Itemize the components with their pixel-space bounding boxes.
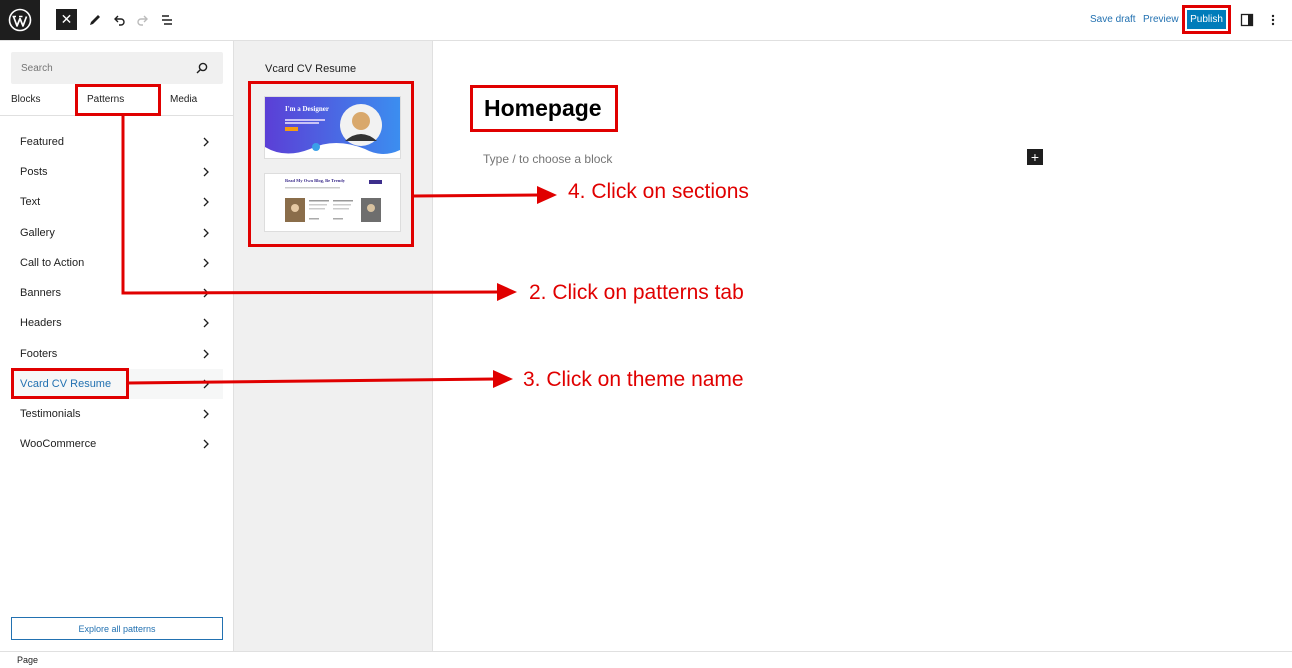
category-banners[interactable]: Banners	[11, 278, 223, 308]
chevron-right-icon	[203, 379, 209, 389]
annotation-theme-name: 3. Click on theme name	[523, 368, 744, 391]
chevron-right-icon	[203, 228, 209, 238]
editor-canvas: Homepage Type / to choose a block +	[433, 41, 1292, 651]
explore-all-patterns-button[interactable]: Explore all patterns	[11, 617, 223, 640]
status-bar: Page	[0, 651, 1292, 668]
preview-category-title: Vcard CV Resume	[265, 63, 357, 75]
chevron-right-icon	[203, 167, 209, 177]
more-vertical-icon	[1271, 14, 1275, 26]
chevron-right-icon	[203, 258, 209, 268]
category-label: Gallery	[20, 227, 55, 239]
redo-button[interactable]	[132, 8, 154, 32]
theme-name-highlight	[11, 368, 129, 399]
undo-button[interactable]	[108, 8, 130, 32]
redo-icon	[137, 15, 148, 26]
chevron-right-icon	[203, 409, 209, 419]
publish-highlight: Publish	[1182, 5, 1231, 34]
pattern-card-hero[interactable]: I'm a Designer	[264, 96, 401, 159]
page-title-highlight: Homepage	[470, 85, 618, 132]
add-block-button[interactable]: +	[1027, 149, 1043, 165]
pattern-preview-panel: Vcard CV Resume I'm a Designer Read My O…	[234, 41, 433, 651]
block-inserter-panel: Blocks Patterns Media Featured Posts Tex…	[0, 41, 234, 651]
category-posts[interactable]: Posts	[11, 157, 223, 187]
annotation-sections: 4. Click on sections	[568, 180, 749, 203]
category-label: Banners	[20, 287, 61, 299]
blog-pattern-heading: Read My Own Blog, Be Trendy	[285, 178, 346, 183]
category-text[interactable]: Text	[11, 187, 223, 217]
plus-icon: +	[1030, 149, 1040, 165]
chevron-right-icon	[203, 137, 209, 147]
close-inserter-button[interactable]: ✕	[56, 9, 77, 30]
undo-icon	[114, 15, 125, 26]
editor-app: ✕ Save draft Preview Publish Search Bloc…	[0, 0, 1292, 668]
top-toolbar: ✕ Save draft Preview Publish	[0, 0, 1292, 41]
category-call-to-action[interactable]: Call to Action	[11, 248, 223, 278]
list-view-icon	[162, 15, 172, 25]
category-label: Featured	[20, 136, 65, 148]
chevron-right-icon	[203, 288, 209, 298]
category-label: WooCommerce	[20, 438, 97, 450]
document-overview-button[interactable]	[156, 8, 178, 32]
tab-media[interactable]: Media	[170, 94, 197, 105]
pattern-card-blog[interactable]: Read My Own Blog, Be Trendy	[264, 173, 401, 232]
category-woocommerce[interactable]: WooCommerce	[11, 429, 223, 459]
category-label: Call to Action	[20, 257, 85, 269]
category-headers[interactable]: Headers	[11, 308, 223, 338]
wordpress-logo-button[interactable]	[0, 0, 40, 40]
tools-button[interactable]	[84, 8, 106, 32]
chevron-right-icon	[203, 439, 209, 449]
search-input[interactable]	[11, 52, 181, 84]
category-gallery[interactable]: Gallery	[11, 218, 223, 248]
close-icon: ✕	[60, 11, 73, 27]
publish-button[interactable]: Publish	[1187, 10, 1226, 29]
category-label: Testimonials	[20, 408, 81, 420]
wordpress-icon	[8, 8, 32, 32]
sidebar-toggle-icon	[1240, 13, 1254, 27]
page-title[interactable]: Homepage	[484, 95, 602, 122]
options-menu-button[interactable]	[1262, 8, 1284, 32]
search-box	[11, 52, 223, 84]
category-label: Headers	[20, 317, 62, 329]
annotation-patterns-tab: 2. Click on patterns tab	[529, 281, 744, 304]
breadcrumb-page[interactable]: Page	[17, 655, 38, 665]
category-testimonials[interactable]: Testimonials	[11, 399, 223, 429]
category-featured[interactable]: Featured	[11, 127, 223, 157]
chevron-right-icon	[203, 197, 209, 207]
category-label: Posts	[20, 166, 48, 178]
category-footers[interactable]: Footers	[11, 339, 223, 369]
chevron-right-icon	[203, 349, 209, 359]
block-placeholder[interactable]: Type / to choose a block	[483, 152, 612, 166]
tab-blocks[interactable]: Blocks	[11, 94, 40, 105]
patterns-tab-highlight	[75, 84, 161, 116]
chevron-right-icon	[203, 318, 209, 328]
settings-sidebar-button[interactable]	[1236, 8, 1258, 32]
save-draft-button[interactable]: Save draft	[1090, 14, 1136, 25]
category-label: Text	[20, 196, 41, 208]
hero-pattern-heading: I'm a Designer	[285, 105, 329, 113]
category-label: Footers	[20, 348, 58, 360]
search-icon[interactable]	[195, 61, 209, 75]
pencil-icon	[90, 15, 100, 25]
preview-button[interactable]: Preview	[1143, 14, 1179, 25]
